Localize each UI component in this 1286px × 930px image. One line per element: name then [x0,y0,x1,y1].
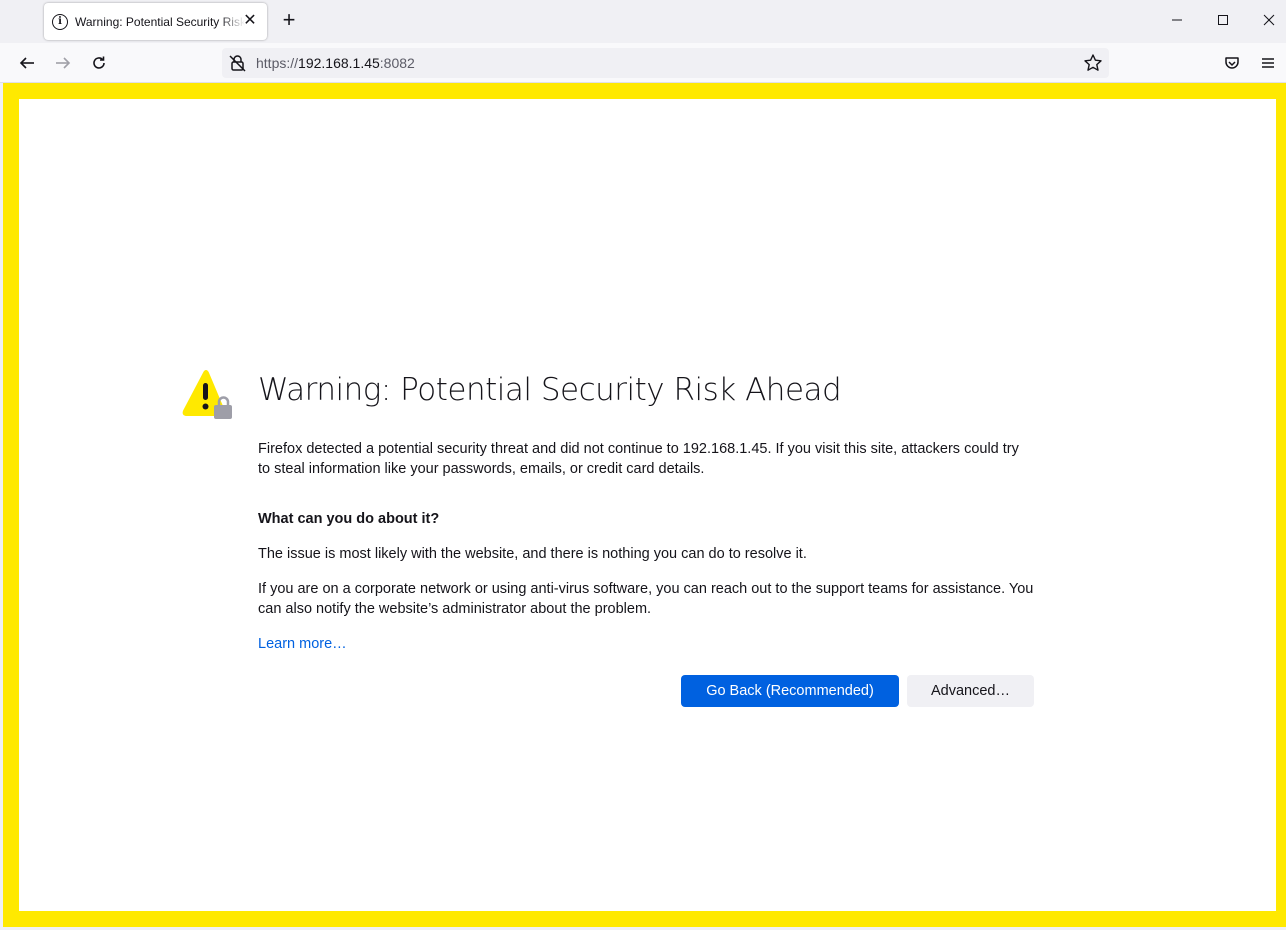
url-bar[interactable]: https://192.168.1.45:8082 [222,48,1109,78]
reload-icon [93,56,105,69]
back-button[interactable] [15,51,39,75]
navigation-bar: https://192.168.1.45:8082 [0,43,1286,83]
close-tab-icon[interactable]: ✕ [241,12,259,30]
pocket-icon [1225,57,1239,69]
advanced-button[interactable]: Advanced… [907,675,1034,707]
close-window-button[interactable] [1254,8,1284,32]
intro-text: Firefox detected a potential security th… [258,441,1019,477]
forward-button[interactable] [51,51,75,75]
warning-lock-icon [182,370,232,419]
tab-strip: i Warning: Potential Security Risk Ahead… [0,0,1286,43]
minimize-button[interactable] [1162,8,1192,32]
browser-window: i Warning: Potential Security Risk Ahead… [0,0,1286,930]
url-scheme: https:// [256,55,299,71]
what-can-you-do-heading: What can you do about it? [258,511,440,527]
content-viewport-highlight: Warning: Potential Security Risk Ahead F… [3,83,1286,927]
maximize-button[interactable] [1208,8,1238,32]
url-text[interactable]: https://192.168.1.45:8082 [256,55,415,71]
url-host: 192.168.1.45 [298,55,380,71]
maximize-icon [1218,15,1228,25]
broken-lock-icon [229,55,246,72]
back-arrow-icon [19,57,34,69]
advice-text-2: If you are on a corporate network or usi… [258,581,1034,617]
learn-more-link[interactable]: Learn more… [258,634,347,654]
close-icon [1263,14,1275,26]
menu-button[interactable] [1256,51,1280,75]
hamburger-menu-icon [1262,58,1274,68]
info-icon: i [52,13,68,30]
url-port: :8082 [379,55,415,71]
action-buttons: Go Back (Recommended) Advanced… [681,675,1034,707]
pocket-button[interactable] [1220,51,1244,75]
tab-title: Warning: Potential Security Risk Ahead [75,14,245,29]
forward-arrow-icon [56,57,71,69]
page-title: Warning: Potential Security Risk Ahead [258,372,842,408]
tab-security-warning[interactable]: i Warning: Potential Security Risk Ahead… [44,3,267,40]
advice-text-1: The issue is most likely with the websit… [258,546,807,562]
minimize-icon [1172,19,1182,21]
error-content: Warning: Potential Security Risk Ahead F… [258,371,1034,654]
error-page: Warning: Potential Security Risk Ahead F… [19,99,1276,911]
reload-button[interactable] [87,51,111,75]
bookmark-star-icon[interactable] [1083,53,1103,73]
new-tab-button[interactable]: + [279,9,299,31]
go-back-button[interactable]: Go Back (Recommended) [681,675,899,707]
